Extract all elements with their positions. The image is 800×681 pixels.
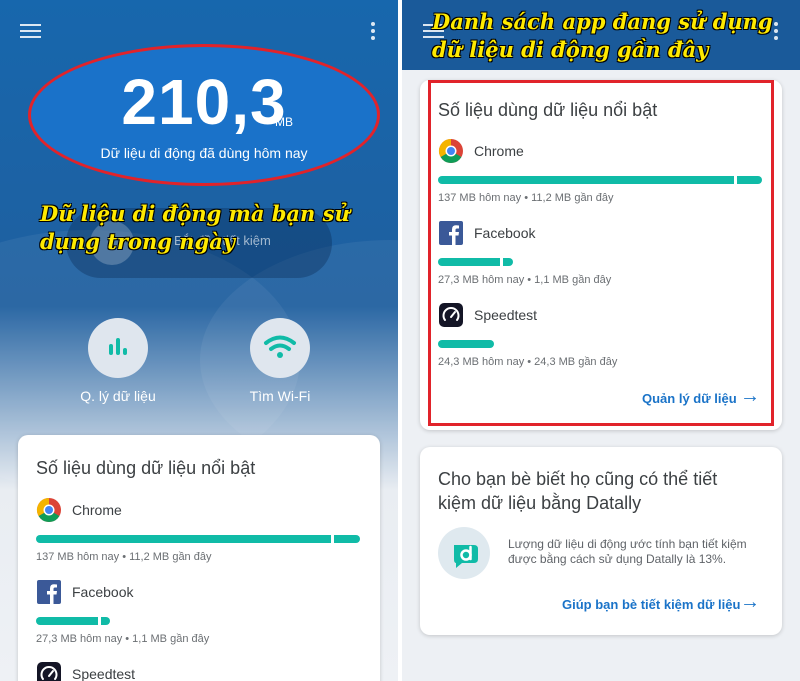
usage-bar (36, 535, 360, 543)
find-wifi-label[interactable]: Tìm Wi-Fi (220, 388, 340, 404)
app-name: Facebook (72, 584, 134, 600)
top-usage-card: Số liệu dùng dữ liệu nổi bật Chrome 137 … (18, 435, 380, 681)
menu-icon[interactable] (20, 24, 41, 42)
manage-data-button[interactable] (88, 318, 148, 378)
wifi-icon (264, 335, 296, 358)
app-name: Chrome (72, 502, 122, 518)
usage-subtitle: Dữ liệu di động đã dùng hôm nay (100, 145, 308, 161)
chrome-icon (36, 498, 61, 523)
help-friends-link[interactable]: Giúp bạn bè tiết kiệm dữ liệu (562, 597, 740, 612)
find-wifi-button[interactable] (250, 318, 310, 378)
facebook-icon (37, 580, 61, 604)
datally-share-icon (438, 527, 490, 579)
highlight-box (428, 80, 774, 426)
speedtest-icon (37, 662, 61, 681)
annotation-caption: Danh sách app đang sử dụng dữ liệu di độ… (432, 9, 773, 62)
share-card: Cho bạn bè biết họ cũng có thể tiết kiệm… (420, 447, 782, 635)
app-name: Speedtest (72, 666, 136, 681)
arrow-right-icon[interactable]: → (740, 591, 760, 614)
usage-bar (36, 617, 110, 625)
share-card-title: Cho bạn bè biết họ cũng có thể tiết kiệm… (438, 469, 718, 513)
usage-amount: 210,3 (121, 66, 287, 138)
left-screen: Bắt đầu tiết kiệm 210,3 MB Dữ liệu di độ… (0, 0, 398, 681)
bar-chart-icon (109, 338, 127, 355)
card-title: Số liệu dùng dữ liệu nổi bật (36, 458, 256, 478)
annotation-caption: Dữ liệu di động mà bạn sử dụng trong ngà… (40, 201, 350, 254)
right-screen: Danh sách app đang sử dụng dữ liệu di độ… (402, 0, 800, 681)
app-stats: 27,3 MB hôm nay • 1,1 MB gần đây (36, 633, 210, 645)
app-stats: 137 MB hôm nay • 11,2 MB gần đây (36, 551, 212, 563)
share-card-body: Lượng dữ liệu di động ước tính bạn tiết … (508, 537, 747, 566)
more-options-icon[interactable] (371, 22, 375, 43)
manage-data-label[interactable]: Q. lý dữ liệu (58, 388, 178, 404)
usage-summary: 210,3 MB Dữ liệu di động đã dùng hôm nay (28, 44, 380, 186)
usage-unit: MB (275, 115, 293, 129)
